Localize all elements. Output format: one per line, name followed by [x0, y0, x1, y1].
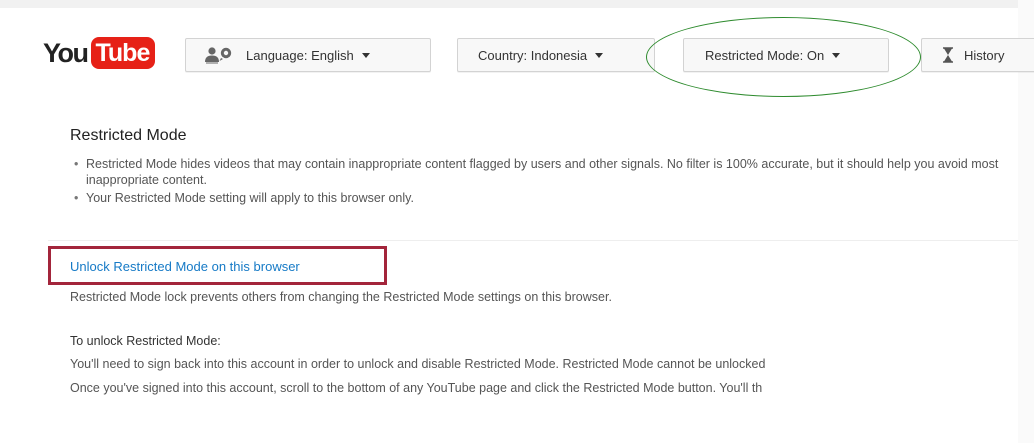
people-speech-icon [204, 46, 234, 64]
language-button[interactable]: Language: English [185, 38, 431, 72]
history-button[interactable]: History [921, 38, 1034, 72]
annotation-box [48, 246, 387, 285]
language-label: Language: English [246, 47, 354, 63]
unlock-instruction-1: You'll need to sign back into this accou… [70, 357, 766, 371]
top-border [0, 0, 1020, 8]
caret-down-icon [361, 52, 370, 58]
logo-you: You [43, 37, 89, 68]
restricted-mode-bullets: Restricted Mode hides videos that may co… [74, 156, 1034, 206]
youtube-logo[interactable]: You Tube [43, 36, 156, 70]
unlock-heading: To unlock Restricted Mode: [70, 334, 221, 348]
caret-down-icon [595, 52, 604, 58]
restricted-mode-title: Restricted Mode [70, 127, 187, 144]
bullet-item: Your Restricted Mode setting will apply … [74, 190, 1034, 206]
bullet-item: Restricted Mode hides videos that may co… [74, 156, 1034, 188]
country-label: Country: Indonesia [478, 47, 588, 63]
section-divider [48, 240, 1018, 241]
annotation-ellipse [646, 17, 921, 97]
hourglass-icon [942, 47, 954, 63]
country-button[interactable]: Country: Indonesia [457, 38, 655, 72]
history-label: History [964, 47, 1005, 63]
unlock-instruction-2: Once you've signed into this account, sc… [70, 381, 763, 395]
logo-tube: Tube [90, 37, 156, 69]
lock-description: Restricted Mode lock prevents others fro… [70, 290, 612, 304]
